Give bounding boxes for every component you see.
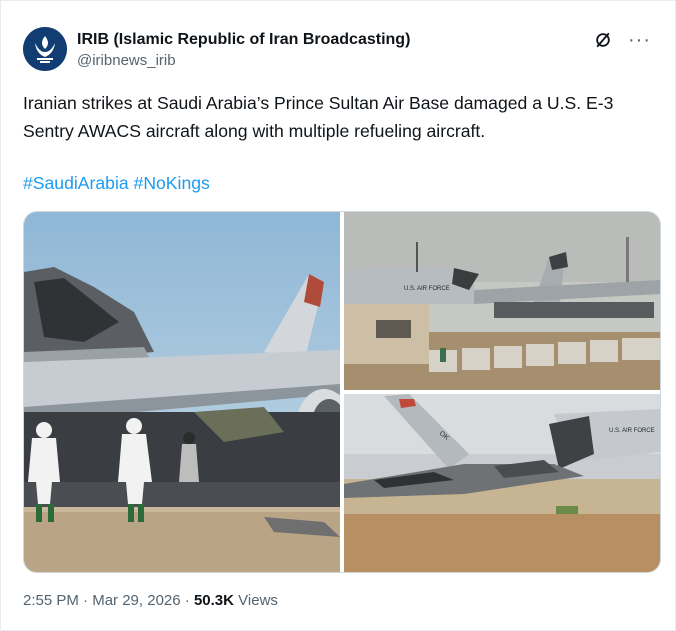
media-grid: U.S. AIR FORCE OK U.S. AIR FORCE	[23, 211, 661, 573]
author-display-name[interactable]: IRIB (Islamic Republic of Iran Broadcast…	[77, 29, 410, 51]
photo-3-fuselage-text: U.S. AIR FORCE	[609, 428, 655, 434]
post-time[interactable]: 2:55 PM	[23, 592, 79, 609]
views-count: 50.3K	[193, 592, 234, 609]
post-date[interactable]: Mar 29, 2026	[92, 592, 180, 609]
post-header: IRIB (Islamic Republic of Iran Broadcast…	[23, 27, 653, 75]
hashtags: #SaudiArabia #NoKings	[23, 171, 210, 195]
irib-logo-icon	[23, 27, 67, 71]
views-label: Views	[238, 592, 278, 609]
hashtag-nokings[interactable]: #NoKings	[134, 173, 210, 193]
photo-3[interactable]: OK U.S. AIR FORCE	[344, 394, 660, 572]
photo-2-fuselage-text: U.S. AIR FORCE	[404, 286, 450, 292]
author-names: IRIB (Islamic Republic of Iran Broadcast…	[77, 29, 410, 71]
hashtag-saudiarabia[interactable]: #SaudiArabia	[23, 173, 129, 193]
meta-separator: ·	[83, 592, 89, 609]
grok-icon[interactable]	[594, 31, 612, 49]
avatar[interactable]	[23, 27, 67, 71]
post-card[interactable]: IRIB (Islamic Republic of Iran Broadcast…	[0, 0, 676, 631]
more-icon[interactable]: ···	[628, 30, 651, 50]
header-actions: ···	[594, 30, 651, 50]
photo-2[interactable]: U.S. AIR FORCE	[344, 212, 660, 390]
meta-separator-2: ·	[184, 592, 190, 609]
post-meta: 2:55 PM · Mar 29, 2026 · 50.3K Views	[23, 591, 278, 611]
post-text: Iranian strikes at Saudi Arabia’s Prince…	[23, 93, 614, 141]
photo-1[interactable]	[24, 212, 340, 572]
author-handle[interactable]: @iribnews_irib	[77, 51, 410, 71]
